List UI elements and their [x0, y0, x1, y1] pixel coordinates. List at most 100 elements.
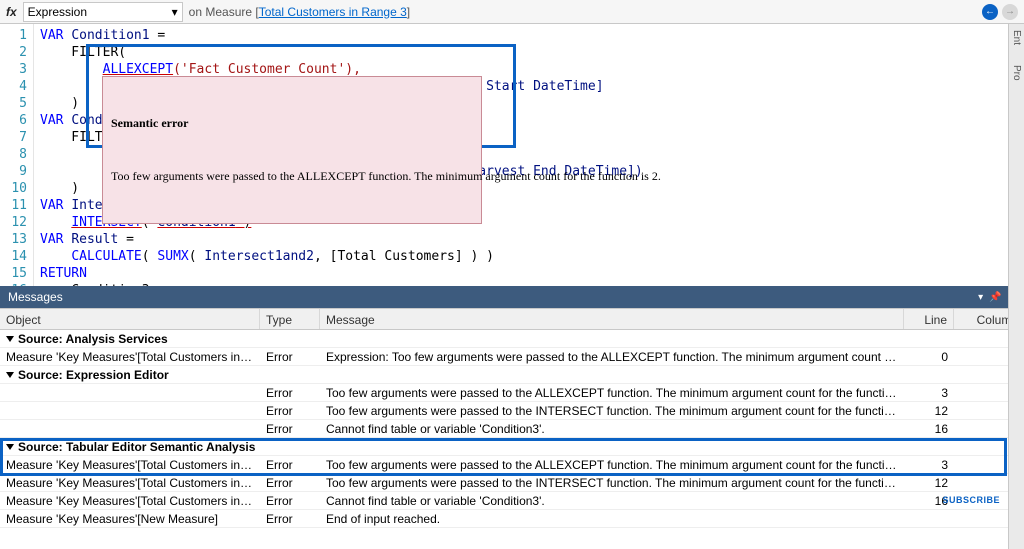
fn-allexcept: ALLEXCEPT: [103, 62, 173, 77]
code-line: Condition3: [40, 283, 150, 286]
group-label: Source: Analysis Services: [18, 332, 168, 346]
triangle-down-icon: [6, 372, 14, 378]
tooltip-title: Semantic error: [111, 115, 473, 132]
cell-object: Measure 'Key Measures'[Total Customers i…: [0, 349, 260, 365]
txt: (: [142, 249, 158, 264]
group-label: Source: Expression Editor: [18, 368, 169, 382]
tooltip-body: Too few arguments were passed to the ALL…: [111, 168, 473, 185]
group-tabular-editor[interactable]: Source: Tabular Editor Semantic Analysis: [0, 438, 1024, 456]
context-prefix: on Measure [: [189, 5, 259, 19]
ln: 7: [0, 129, 27, 146]
txt: =: [150, 28, 166, 43]
message-row[interactable]: Measure 'Key Measures'[Total Customers i…: [0, 348, 1024, 366]
group-expression-editor[interactable]: Source: Expression Editor: [0, 366, 1024, 384]
side-tab-pro[interactable]: Pro: [1011, 65, 1022, 81]
triangle-down-icon: [6, 444, 14, 450]
kw-var: VAR: [40, 113, 63, 128]
message-row[interactable]: Error Cannot find table or variable 'Con…: [0, 420, 1024, 438]
message-row[interactable]: Measure 'Key Measures'[Total Customers i…: [0, 492, 1024, 510]
ln: 8: [0, 146, 27, 163]
group-analysis-services[interactable]: Source: Analysis Services: [0, 330, 1024, 348]
nav-buttons: ← →: [982, 4, 1018, 20]
nav-forward-button: →: [1002, 4, 1018, 20]
cell-type: Error: [260, 349, 320, 365]
cell-type: Error: [260, 511, 320, 527]
ln: 11: [0, 197, 27, 214]
messages-header: Messages ▾ 📌 ✕: [0, 286, 1024, 308]
ln: 3: [0, 61, 27, 78]
message-row[interactable]: Measure 'Key Measures'[Total Customers i…: [0, 456, 1024, 474]
cell-type: Error: [260, 493, 320, 509]
cell-message: End of input reached.: [320, 511, 904, 527]
messages-columns: Object Type Message Line Column: [0, 308, 1024, 330]
txt: (: [189, 249, 205, 264]
dropdown-icon[interactable]: ▾: [978, 292, 983, 303]
txt: , [Total Customers] ) ): [314, 249, 494, 264]
ln: 5: [0, 95, 27, 112]
ln: 9: [0, 163, 27, 180]
ln: 1: [0, 27, 27, 44]
col-object[interactable]: Object: [0, 309, 260, 329]
code-body[interactable]: VAR Condition1 = FILTER( ALLEXCEPT('Fact…: [34, 24, 1024, 286]
cell-object: Measure 'Key Measures'[Total Customers i…: [0, 457, 260, 473]
cell-type: Error: [260, 403, 320, 419]
ln: 16: [0, 282, 27, 286]
side-tabs: Ent Pro: [1008, 24, 1024, 549]
message-row[interactable]: Error Too few arguments were passed to t…: [0, 384, 1024, 402]
nav-back-button[interactable]: ←: [982, 4, 998, 20]
col-type[interactable]: Type: [260, 309, 320, 329]
pin-icon[interactable]: 📌: [989, 292, 1001, 303]
triangle-down-icon: [6, 336, 14, 342]
cell-type: Error: [260, 475, 320, 491]
side-tab-ent[interactable]: Ent: [1011, 30, 1022, 45]
subscribe-badge[interactable]: SUBSCRIBE: [942, 495, 1000, 505]
ident: Result: [71, 232, 118, 247]
fn-calculate: CALCULATE: [71, 249, 141, 264]
cell-line: 3: [904, 457, 954, 473]
fn-sumx: SUMX: [157, 249, 188, 264]
txt: =: [118, 232, 134, 247]
semantic-error-tooltip: Semantic error Too few arguments were pa…: [102, 76, 482, 224]
cell-message: Expression: Too few arguments were passe…: [320, 349, 904, 365]
cell-line: 12: [904, 403, 954, 419]
messages-grid[interactable]: Source: Analysis Services Measure 'Key M…: [0, 330, 1024, 549]
code-line: FILTER(: [40, 45, 126, 60]
ln: 2: [0, 44, 27, 61]
cell-line: 3: [904, 385, 954, 401]
fx-icon: fx: [6, 5, 17, 19]
cell-type: Error: [260, 385, 320, 401]
code-line: ): [40, 96, 79, 111]
cell-object: [0, 392, 260, 394]
ref: Intersect1and2: [204, 249, 314, 264]
cell-line: 0: [904, 349, 954, 365]
cell-object: Measure 'Key Measures'[Total Customers i…: [0, 475, 260, 491]
ln: 12: [0, 214, 27, 231]
message-row[interactable]: Error Too few arguments were passed to t…: [0, 402, 1024, 420]
group-label: Source: Tabular Editor Semantic Analysis: [18, 440, 255, 454]
expression-dropdown-label: Expression: [28, 5, 87, 19]
code-editor[interactable]: 1 2 3 4 5 6 7 8 9 10 11 12 13 14 15 16 V…: [0, 24, 1024, 286]
cell-message: Too few arguments were passed to the ALL…: [320, 385, 904, 401]
cell-line: 12: [904, 475, 954, 491]
code-line: ): [40, 181, 79, 196]
cell-line: [904, 518, 954, 520]
kw-var: VAR: [40, 232, 63, 247]
cell-type: Error: [260, 421, 320, 437]
kw-var: VAR: [40, 198, 63, 213]
kw-var: VAR: [40, 28, 63, 43]
cell-message: Cannot find table or variable 'Condition…: [320, 493, 904, 509]
cell-object: Measure 'Key Measures'[Total Customers i…: [0, 493, 260, 509]
expression-toolbar: fx Expression ▾ on Measure [Total Custom…: [0, 0, 1024, 24]
col-message[interactable]: Message: [320, 309, 904, 329]
message-row[interactable]: Measure 'Key Measures'[New Measure] Erro…: [0, 510, 1024, 528]
expression-dropdown[interactable]: Expression ▾: [23, 2, 183, 22]
col-line[interactable]: Line: [904, 309, 954, 329]
context-measure-link[interactable]: Total Customers in Range 3: [259, 5, 407, 19]
cell-object: [0, 428, 260, 430]
expression-context: on Measure [Total Customers in Range 3]: [189, 5, 410, 19]
message-row[interactable]: Measure 'Key Measures'[Total Customers i…: [0, 474, 1024, 492]
cell-object: [0, 410, 260, 412]
cell-message: Too few arguments were passed to the INT…: [320, 475, 904, 491]
cell-message: Cannot find table or variable 'Condition…: [320, 421, 904, 437]
chevron-down-icon: ▾: [172, 5, 178, 19]
